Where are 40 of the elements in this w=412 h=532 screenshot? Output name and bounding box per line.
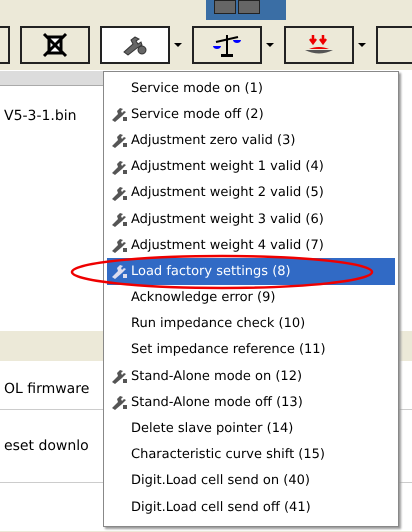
menu-item[interactable]: Adjustment weight 1 valid (4) <box>107 154 395 180</box>
wrench-icon <box>121 34 149 56</box>
dropdown-caret-icon[interactable] <box>358 43 366 47</box>
file-name: V5-3-1.bin <box>4 108 77 124</box>
menu-item[interactable]: Run impedance check (10) <box>107 310 395 337</box>
toolbar-button[interactable] <box>284 26 354 64</box>
no-device-icon <box>42 32 68 58</box>
wrench-icon <box>111 368 129 384</box>
wrench-icon <box>111 184 129 201</box>
menu-item[interactable]: Adjustment zero valid (3) <box>107 127 395 154</box>
menu-item[interactable]: Digit.Load cell send on (40) <box>107 468 395 494</box>
menu-item[interactable]: Adjustment weight 2 valid (5) <box>107 180 395 206</box>
wrench-icon <box>111 263 129 280</box>
menu-item[interactable]: Set impedance reference (11) <box>107 336 395 364</box>
toolbar-button[interactable] <box>20 26 90 64</box>
menu-item[interactable]: Service mode on (1) <box>107 75 395 102</box>
menu-item[interactable]: Load factory settings (8) <box>107 258 395 284</box>
dropdown-caret-icon[interactable] <box>174 43 182 47</box>
menu-item[interactable]: Stand-Alone mode on (12) <box>107 363 395 390</box>
menu-item[interactable]: Digit.Load cell send off (41) <box>107 494 395 520</box>
wrench-icon <box>111 132 129 148</box>
menu-item[interactable]: Acknowledge error (9) <box>107 284 395 311</box>
row-label: OL firmware <box>4 381 90 397</box>
menu-item[interactable]: Service mode off (2) <box>107 101 395 128</box>
wrench-icon <box>111 158 129 175</box>
scale-icon <box>212 32 242 58</box>
wrench-icon <box>111 106 129 122</box>
wrench-icon <box>111 237 129 254</box>
toolbar-button[interactable] <box>100 26 170 64</box>
dropdown-caret-icon[interactable] <box>266 43 274 47</box>
menu-item[interactable]: Characteristic curve shift (15) <box>107 442 395 468</box>
wrench-icon <box>111 394 129 410</box>
menu-item[interactable]: Delete slave pointer (14) <box>107 415 395 442</box>
row-label: eset downlo <box>4 438 89 454</box>
menu-item[interactable]: Adjustment weight 3 valid (6) <box>107 206 395 232</box>
toolbar-button[interactable] <box>192 26 262 64</box>
window-thumbnail[interactable] <box>206 0 286 20</box>
menu-item[interactable]: Adjustment weight 4 valid (7) <box>107 232 395 258</box>
wrench-icon <box>111 211 129 228</box>
menu-item[interactable]: Stand-Alone mode off (13) <box>107 389 395 416</box>
